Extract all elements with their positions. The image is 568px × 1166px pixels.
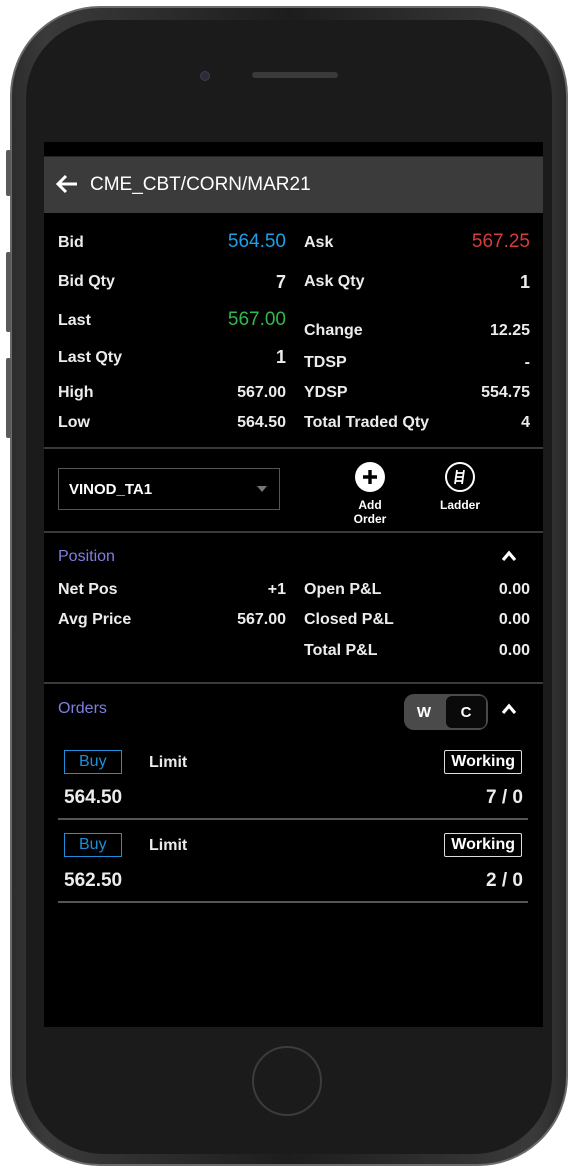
account-select-value: VINOD_TA1 — [69, 480, 153, 498]
open-pl-label: Open P&L — [304, 581, 382, 598]
divider — [44, 531, 543, 533]
ladder-button[interactable]: Ladder — [434, 462, 486, 512]
low-label: Low — [58, 414, 90, 431]
orders-section-title: Orders — [58, 700, 107, 717]
volume-down-button — [6, 358, 11, 438]
bid-qty-value: 7 — [275, 272, 286, 292]
divider — [44, 682, 543, 684]
divider — [58, 818, 528, 820]
change-label: Change — [304, 322, 363, 339]
order-qty: 7 / 0 — [486, 787, 523, 808]
working-completed-toggle[interactable]: W C — [404, 694, 488, 730]
ask-qty-label: Ask Qty — [304, 273, 365, 290]
account-select[interactable]: VINOD_TA1 — [58, 468, 280, 510]
divider — [58, 901, 528, 903]
order-side-badge: Buy — [64, 750, 122, 774]
add-order-label: Add Order — [353, 498, 387, 526]
change-value: 12.25 — [489, 322, 530, 339]
closed-pl-value: 0.00 — [498, 611, 530, 628]
tdsp-value: - — [524, 354, 530, 371]
ladder-icon — [445, 462, 475, 492]
toggle-working[interactable]: W — [404, 694, 444, 730]
avg-price-value: 567.00 — [237, 611, 286, 628]
back-arrow-icon[interactable] — [55, 172, 90, 198]
order-qty: 2 / 0 — [486, 870, 523, 891]
mute-switch — [6, 150, 11, 196]
tdsp-label: TDSP — [304, 354, 347, 371]
page-title: CME_CBT/CORN/MAR21 — [90, 174, 311, 195]
bid-qty-label: Bid Qty — [58, 273, 115, 290]
ask-value: 567.25 — [471, 231, 530, 252]
chevron-up-icon[interactable] — [501, 703, 517, 715]
high-label: High — [58, 384, 94, 401]
divider — [44, 447, 543, 449]
high-value: 567.00 — [237, 384, 286, 401]
ask-qty-value: 1 — [519, 272, 530, 292]
plus-circle-icon — [355, 462, 385, 492]
low-value: 564.50 — [237, 414, 286, 431]
front-camera — [200, 71, 210, 81]
chevron-up-icon[interactable] — [501, 550, 517, 562]
home-button[interactable] — [252, 1046, 322, 1116]
last-qty-value: 1 — [275, 347, 286, 367]
last-qty-label: Last Qty — [58, 349, 123, 366]
order-side-badge: Buy — [64, 833, 122, 857]
total-traded-qty-value: 4 — [521, 414, 530, 431]
volume-up-button — [6, 252, 11, 332]
app-screen: CME_CBT/CORN/MAR21 Bid 564.50 Ask 567.25… — [44, 142, 543, 1027]
ask-label: Ask — [304, 234, 334, 251]
total-pl-value: 0.00 — [498, 642, 530, 659]
order-type: Limit — [149, 837, 188, 854]
add-order-button[interactable]: Add Order — [344, 462, 396, 526]
ladder-label: Ladder — [439, 498, 480, 512]
net-pos-label: Net Pos — [58, 581, 118, 598]
open-pl-value: 0.00 — [498, 581, 530, 598]
ydsp-value: 554.75 — [481, 384, 530, 401]
bid-value: 564.50 — [227, 231, 286, 252]
chevron-down-icon — [257, 486, 267, 492]
status-strip — [44, 142, 543, 157]
net-pos-value: +1 — [267, 581, 286, 598]
bid-label: Bid — [58, 234, 84, 251]
order-price: 562.50 — [64, 870, 123, 891]
last-label: Last — [58, 312, 91, 329]
position-section-title: Position — [58, 548, 115, 565]
ydsp-label: YDSP — [304, 384, 348, 401]
last-value: 567.00 — [227, 309, 286, 330]
app-header: CME_CBT/CORN/MAR21 — [44, 157, 543, 213]
total-pl-label: Total P&L — [304, 642, 378, 659]
order-type: Limit — [149, 754, 188, 771]
earpiece-speaker — [252, 72, 338, 78]
order-price: 564.50 — [64, 787, 123, 808]
closed-pl-label: Closed P&L — [304, 611, 394, 628]
toggle-completed[interactable]: C — [444, 694, 488, 730]
order-status-badge: Working — [444, 833, 522, 857]
avg-price-label: Avg Price — [58, 611, 132, 628]
order-status-badge: Working — [444, 750, 522, 774]
total-traded-qty-label: Total Traded Qty — [304, 414, 430, 431]
